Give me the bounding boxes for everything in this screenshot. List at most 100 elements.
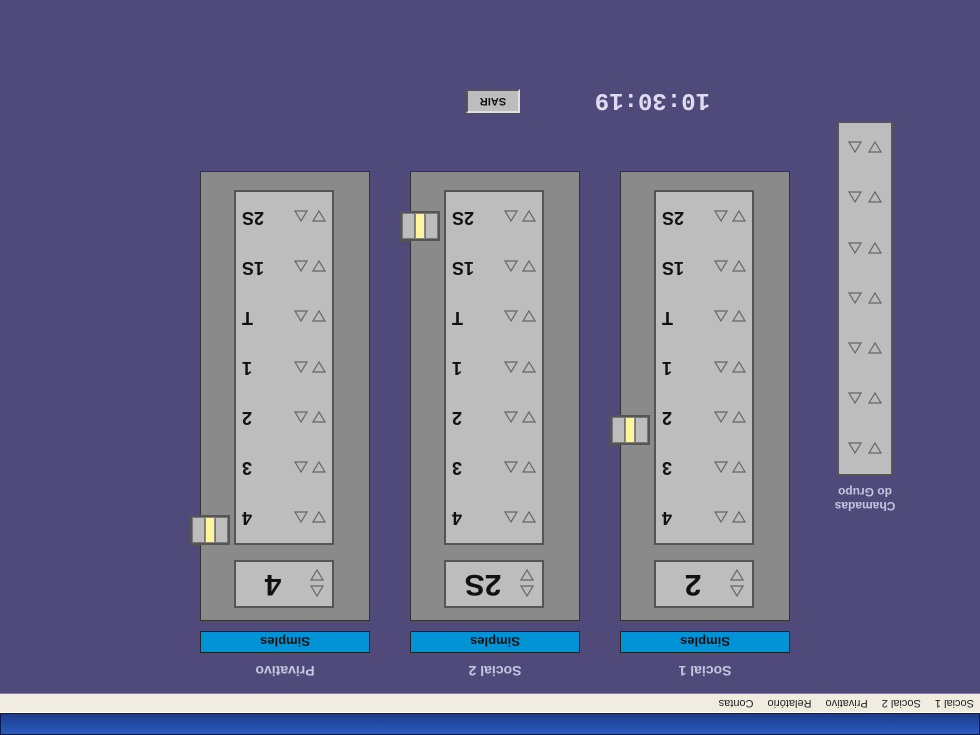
floor-row[interactable]: 2S — [236, 192, 332, 242]
up-call-icon — [504, 261, 518, 273]
up-call-icon — [504, 462, 518, 474]
down-call-icon — [868, 293, 882, 305]
mode-box-social1[interactable]: Simples — [620, 631, 790, 653]
down-call-icon — [732, 462, 746, 474]
down-call-icon — [732, 261, 746, 273]
down-call-icon — [522, 512, 536, 524]
floor-display-social1: 2 — [654, 560, 754, 608]
floor-row[interactable]: T — [656, 292, 752, 342]
floor-label: T — [662, 307, 710, 328]
up-call-icon — [714, 311, 728, 323]
up-call-icon — [504, 211, 518, 223]
floor-label: T — [452, 307, 500, 328]
floor-label: 2 — [452, 407, 500, 428]
floor-row[interactable]: 2 — [656, 393, 752, 443]
floor-label: 1 — [452, 357, 500, 378]
floor-label: 3 — [242, 457, 290, 478]
menu-contas[interactable]: Contas — [719, 697, 754, 709]
floor-row[interactable]: 1S — [656, 242, 752, 292]
door-icon — [635, 417, 648, 443]
up-call-icon — [294, 412, 308, 424]
elevator-label-privativo: Privativo — [200, 663, 370, 679]
floor-row[interactable]: 3 — [656, 443, 752, 493]
floor-label: T — [242, 307, 290, 328]
group-calls-panel: Chamadas do Grupo — [830, 121, 900, 513]
floor-row[interactable]: 2 — [446, 393, 542, 443]
group-row[interactable] — [839, 424, 891, 474]
floor-row[interactable]: T — [236, 292, 332, 342]
up-call-icon — [294, 462, 308, 474]
floor-label: 1 — [242, 357, 290, 378]
up-call-icon — [504, 412, 518, 424]
down-call-icon — [522, 462, 536, 474]
up-call-icon — [294, 311, 308, 323]
menu-relatorio[interactable]: Relatório — [768, 697, 812, 709]
door-icon — [612, 417, 625, 443]
floor-row[interactable]: T — [446, 292, 542, 342]
floor-row[interactable]: 2S — [446, 192, 542, 242]
up-arrow-icon — [310, 586, 324, 598]
menu-social1[interactable]: Social 1 — [935, 697, 974, 709]
floor-row[interactable]: 3 — [236, 443, 332, 493]
up-call-icon — [714, 362, 728, 374]
floor-label: 2 — [662, 407, 710, 428]
group-row[interactable] — [839, 123, 891, 173]
floor-row[interactable]: 3 — [446, 443, 542, 493]
current-floor-social2: 2S — [446, 567, 520, 601]
floor-row[interactable]: 1 — [446, 342, 542, 392]
car-indicator-social1 — [610, 415, 650, 445]
down-call-icon — [312, 512, 326, 524]
down-call-icon — [732, 362, 746, 374]
floor-row[interactable]: 1S — [236, 242, 332, 292]
group-row[interactable] — [839, 274, 891, 324]
down-call-icon — [732, 211, 746, 223]
door-icon — [425, 213, 438, 239]
floor-row[interactable]: 4 — [236, 493, 332, 543]
floor-row[interactable]: 2 — [236, 393, 332, 443]
up-call-icon — [848, 343, 862, 355]
down-arrow-icon — [520, 570, 534, 582]
down-call-icon — [312, 261, 326, 273]
down-call-icon — [522, 362, 536, 374]
floor-row[interactable]: 1 — [656, 342, 752, 392]
up-call-icon — [504, 362, 518, 374]
floor-label: 1 — [662, 357, 710, 378]
up-call-icon — [848, 293, 862, 305]
floor-list-social2: 4 3 2 1 T 1S 2S — [444, 190, 544, 545]
floor-display-social2: 2S — [444, 560, 544, 608]
down-call-icon — [868, 192, 882, 204]
floor-row[interactable]: 1 — [236, 342, 332, 392]
down-call-icon — [732, 512, 746, 524]
floor-label: 2 — [242, 407, 290, 428]
menu-social2[interactable]: Social 2 — [882, 697, 921, 709]
exit-button[interactable]: SAIR — [466, 89, 520, 113]
up-call-icon — [294, 512, 308, 524]
floor-row[interactable]: 2S — [656, 192, 752, 242]
floor-label: 4 — [242, 507, 290, 528]
up-call-icon — [848, 393, 862, 405]
door-open-icon — [625, 417, 635, 443]
floor-row[interactable]: 1S — [446, 242, 542, 292]
up-call-icon — [504, 311, 518, 323]
group-row[interactable] — [839, 374, 891, 424]
content-area: Social 1 Social 2 Privativo Simples Simp… — [0, 0, 980, 693]
door-open-icon — [205, 517, 215, 543]
floor-row[interactable]: 4 — [446, 493, 542, 543]
up-arrow-icon — [730, 586, 744, 598]
up-call-icon — [848, 243, 862, 255]
current-floor-social1: 2 — [656, 567, 730, 601]
mode-box-privativo[interactable]: Simples — [200, 631, 370, 653]
menu-privativo[interactable]: Privativo — [826, 697, 868, 709]
down-call-icon — [868, 393, 882, 405]
group-row[interactable] — [839, 324, 891, 374]
floor-label: 4 — [452, 507, 500, 528]
mode-box-social2[interactable]: Simples — [410, 631, 580, 653]
group-calls-list — [837, 121, 893, 476]
floor-label: 2S — [452, 207, 500, 228]
floor-list-social1: 4 3 2 1 T 1S 2S — [654, 190, 754, 545]
group-row[interactable] — [839, 173, 891, 223]
down-call-icon — [522, 211, 536, 223]
floor-row[interactable]: 4 — [656, 493, 752, 543]
group-row[interactable] — [839, 224, 891, 274]
door-icon — [192, 517, 205, 543]
